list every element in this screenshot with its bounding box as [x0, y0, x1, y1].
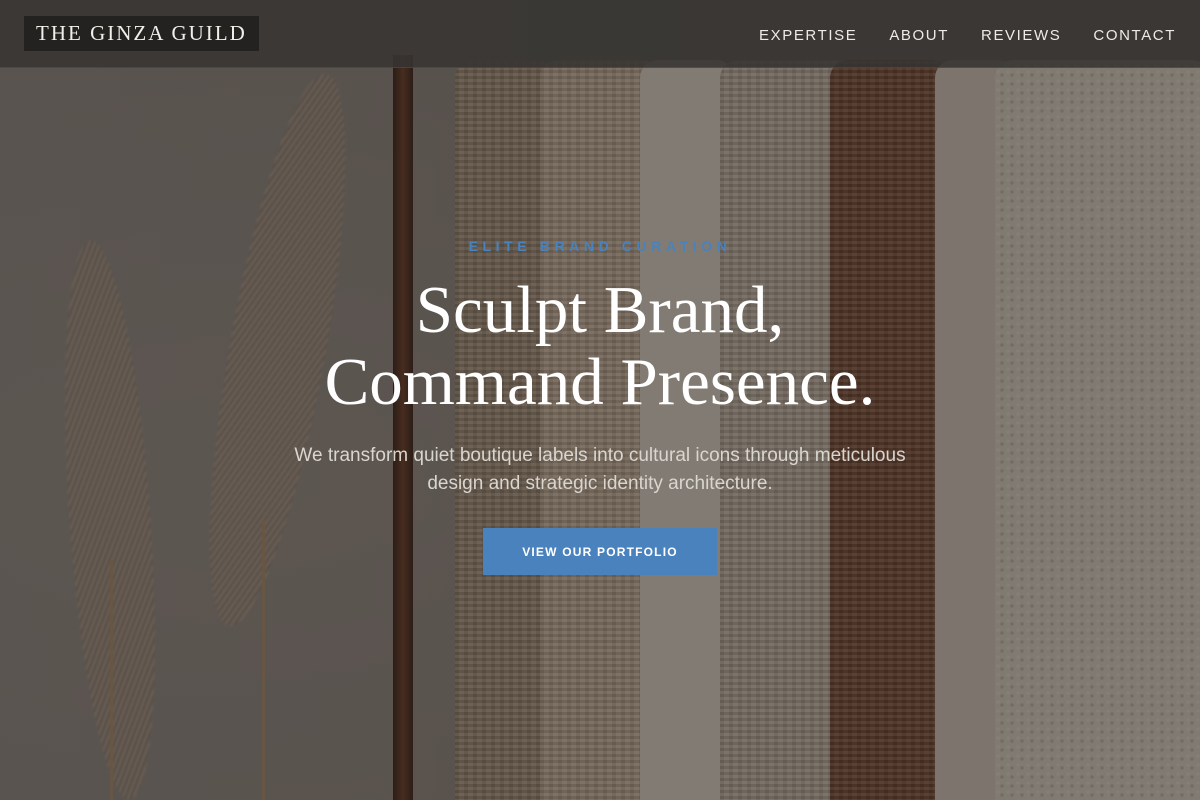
- nav-item-reviews: REVIEWS: [981, 25, 1061, 44]
- site-logo[interactable]: THE GINZA GUILD: [24, 16, 259, 51]
- nav-item-contact: CONTACT: [1093, 25, 1176, 44]
- hero-subhead: We transform quiet boutique labels into …: [294, 445, 906, 494]
- nav-link-contact[interactable]: CONTACT: [1093, 27, 1176, 44]
- hero-headline-line-2: Command Presence.: [324, 345, 876, 419]
- hero-headline-line-1: Sculpt Brand,: [415, 273, 785, 347]
- top-navbar: THE GINZA GUILD EXPERTISE ABOUT REVIEWS …: [0, 0, 1200, 68]
- view-portfolio-button[interactable]: VIEW OUR PORTFOLIO: [483, 528, 717, 575]
- nav-item-about: ABOUT: [889, 25, 949, 44]
- hero-eyebrow: ELITE BRAND CURATION: [468, 238, 732, 254]
- nav-link-reviews[interactable]: REVIEWS: [981, 27, 1061, 44]
- nav-link-expertise[interactable]: EXPERTISE: [759, 27, 857, 44]
- hero-headline: Sculpt Brand, Command Presence.: [0, 274, 1200, 418]
- landing-page: THE GINZA GUILD EXPERTISE ABOUT REVIEWS …: [0, 0, 1200, 800]
- nav-link-about[interactable]: ABOUT: [889, 27, 949, 44]
- nav-list: EXPERTISE ABOUT REVIEWS CONTACT: [759, 0, 1176, 68]
- nav-item-expertise: EXPERTISE: [759, 25, 857, 44]
